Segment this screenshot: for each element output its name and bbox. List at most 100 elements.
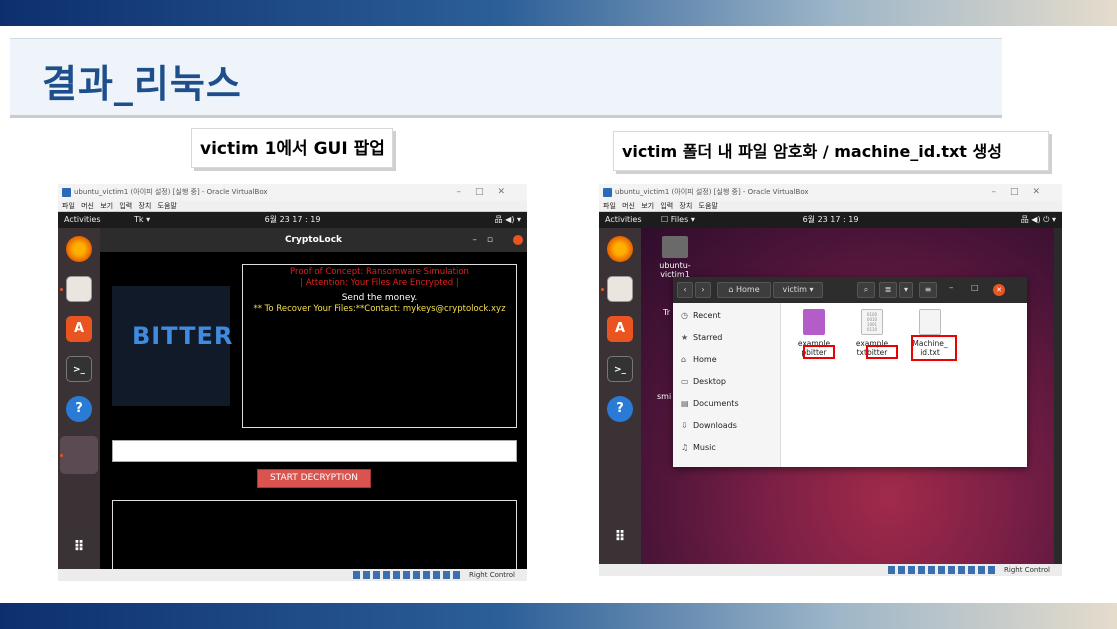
sidebar-item-starred[interactable]: ★ Starred [681, 333, 722, 342]
files-icon[interactable] [66, 276, 92, 302]
show-apps-icon[interactable]: ⠿ [607, 524, 633, 550]
caption-left: victim 1에서 GUI 팝업 [191, 128, 393, 168]
ransom-line-3: Send the money. [341, 293, 418, 303]
scrollbar[interactable] [1054, 228, 1062, 564]
search-icon[interactable]: ⌕ [857, 282, 875, 298]
minimize-icon[interactable]: – [949, 283, 954, 293]
app-menu[interactable]: Tk ▾ [134, 212, 150, 228]
view-options-icon[interactable]: ▾ [899, 282, 913, 298]
virtualbox-icon [62, 188, 71, 197]
breadcrumb-home[interactable]: ⌂ Home [717, 282, 771, 298]
sidebar-label: Downloads [693, 421, 737, 430]
running-indicator [601, 288, 604, 291]
sidebar-item-desktop[interactable]: ▭ Desktop [681, 377, 726, 386]
maximize-icon[interactable]: □ [971, 283, 979, 292]
ransom-line-1: Proof of Concept: Ransomware Simulation [290, 267, 469, 277]
clock[interactable]: 6월 23 17 : 19 [265, 212, 321, 228]
files-headerbar: ‹ › ⌂ Home victim ▾ ⌕ ≣ ▾ ≡ – □ ✕ [673, 277, 1027, 303]
vbox-window-title: ubuntu_victim1 (아이피 설정) [실행 중] - Oracle … [615, 188, 809, 196]
vbox-window-title: ubuntu_victim1 (아이피 설정) [실행 중] - Oracle … [74, 188, 268, 196]
host-key-label: Right Control [1004, 566, 1050, 574]
status-device-icons[interactable] [887, 566, 998, 574]
sidebar-label: Desktop [693, 377, 726, 386]
vbox-titlebar: ubuntu_victim1 (아이피 설정) [실행 중] - Oracle … [58, 184, 527, 201]
list-view-icon[interactable]: ≣ [879, 282, 897, 298]
system-tray[interactable]: 品 ◀) ⏻ ▾ [1021, 212, 1056, 228]
sidebar-label: Music [693, 443, 716, 452]
app-menu[interactable]: ☐ Files ▾ [661, 212, 695, 228]
vbox-menubar[interactable]: 파일 머신 보기 입력 장치 도움말 [58, 201, 527, 212]
back-button[interactable]: ‹ [677, 282, 693, 298]
breadcrumb-home-label: Home [736, 285, 760, 294]
ransom-message-box: Proof of Concept: Ransomware Simulation … [242, 264, 517, 428]
close-icon[interactable] [513, 235, 523, 245]
minimize-restore-controls[interactable]: –▫ [472, 228, 503, 252]
ransom-line-4: ** To Recover Your Files:**Contact: myke… [253, 304, 506, 314]
status-device-icons[interactable] [352, 571, 463, 579]
tk-app-icon[interactable] [60, 436, 98, 474]
help-icon[interactable]: ? [66, 396, 92, 422]
breadcrumb-victim[interactable]: victim ▾ [773, 282, 823, 298]
show-apps-icon[interactable]: ⠿ [66, 534, 92, 560]
help-icon[interactable]: ? [607, 396, 633, 422]
highlight-box [866, 345, 898, 359]
top-decorative-bar [0, 0, 1117, 26]
title-banner: 결과_리눅스 [10, 38, 1002, 118]
system-tray[interactable]: 品 ◀) ▾ [495, 212, 521, 228]
host-key-label: Right Control [469, 571, 515, 579]
desktop-home-folder[interactable]: ubuntu-victim1 [645, 236, 705, 279]
start-decryption-button[interactable]: START DECRYPTION [257, 469, 371, 488]
sidebar-item-documents[interactable]: ▤ Documents [681, 399, 739, 408]
files-sidebar: ◷ Recent ★ Starred ⌂ Home ▭ Desktop ▤ Documen… [673, 303, 781, 467]
decryption-key-input[interactable] [112, 440, 517, 462]
music-icon: ♫ [681, 443, 689, 452]
home-folder-icon [662, 236, 688, 258]
software-icon[interactable]: A [607, 316, 633, 342]
activities-button[interactable]: Activities [64, 212, 101, 228]
sidebar-item-home[interactable]: ⌂ Home [681, 355, 717, 364]
sidebar-item-downloads[interactable]: ⇩ Downloads [681, 421, 737, 430]
terminal-icon[interactable]: >_ [66, 356, 92, 382]
running-indicator [60, 288, 63, 291]
highlight-box [911, 335, 957, 361]
star-icon: ★ [681, 333, 689, 342]
home-icon: ⌂ [681, 355, 687, 364]
vbox-menubar[interactable]: 파일 머신 보기 입력 장치 도움말 [599, 201, 1062, 212]
firefox-icon[interactable] [66, 236, 92, 262]
firefox-icon[interactable] [607, 236, 633, 262]
breadcrumb-victim-label: victim [782, 285, 807, 294]
ubuntu-dock: A >_ ? ⠿ [599, 228, 641, 564]
vbox-titlebar: ubuntu_victim1 (아이피 설정) [실행 중] - Oracle … [599, 184, 1062, 201]
ubuntu-dock: A >_ ? ⠿ [58, 228, 100, 569]
window-controls[interactable]: –□✕ [991, 184, 1054, 201]
text-file-icon [919, 309, 941, 335]
vm-window-cryptolock: ubuntu_victim1 (아이피 설정) [실행 중] - Oracle … [58, 184, 527, 581]
menu-icon[interactable]: ≡ [919, 282, 937, 298]
cryptolock-window: CryptoLock –▫ BITTER Proof of Concept: R… [100, 228, 527, 570]
gnome-top-bar: Activities Tk ▾ 6월 23 17 : 19 品 ◀) ▾ [58, 212, 527, 228]
terminal-icon[interactable]: >_ [607, 356, 633, 382]
sidebar-label: Home [693, 355, 717, 364]
output-log-box [112, 500, 517, 570]
bitter-logo: BITTER [132, 322, 234, 350]
sidebar-label: Starred [693, 333, 723, 342]
vbox-statusbar: Right Control [58, 569, 527, 581]
documents-icon: ▤ [681, 399, 689, 408]
downloads-icon: ⇩ [681, 421, 688, 430]
close-icon[interactable]: ✕ [993, 284, 1005, 296]
sidebar-item-recent[interactable]: ◷ Recent [681, 311, 721, 320]
sidebar-item-music[interactable]: ♫ Music [681, 443, 716, 452]
files-icon[interactable] [607, 276, 633, 302]
virtualbox-icon [603, 188, 612, 197]
ransom-line-2: | Attention: Your Files Are Encrypted | [300, 278, 459, 288]
clock[interactable]: 6월 23 17 : 19 [803, 212, 859, 228]
cryptolock-titlebar: CryptoLock –▫ [100, 228, 527, 252]
activities-button[interactable]: Activities [605, 212, 642, 228]
image-file-icon [803, 309, 825, 335]
binary-file-icon: 0100 0010 1001 0110 [861, 309, 883, 335]
desktop-user-label[interactable]: smi [657, 392, 671, 401]
forward-button[interactable]: › [695, 282, 711, 298]
desktop-trash-label[interactable]: Tr [663, 308, 670, 317]
window-controls[interactable]: –□✕ [456, 184, 519, 201]
software-icon[interactable]: A [66, 316, 92, 342]
